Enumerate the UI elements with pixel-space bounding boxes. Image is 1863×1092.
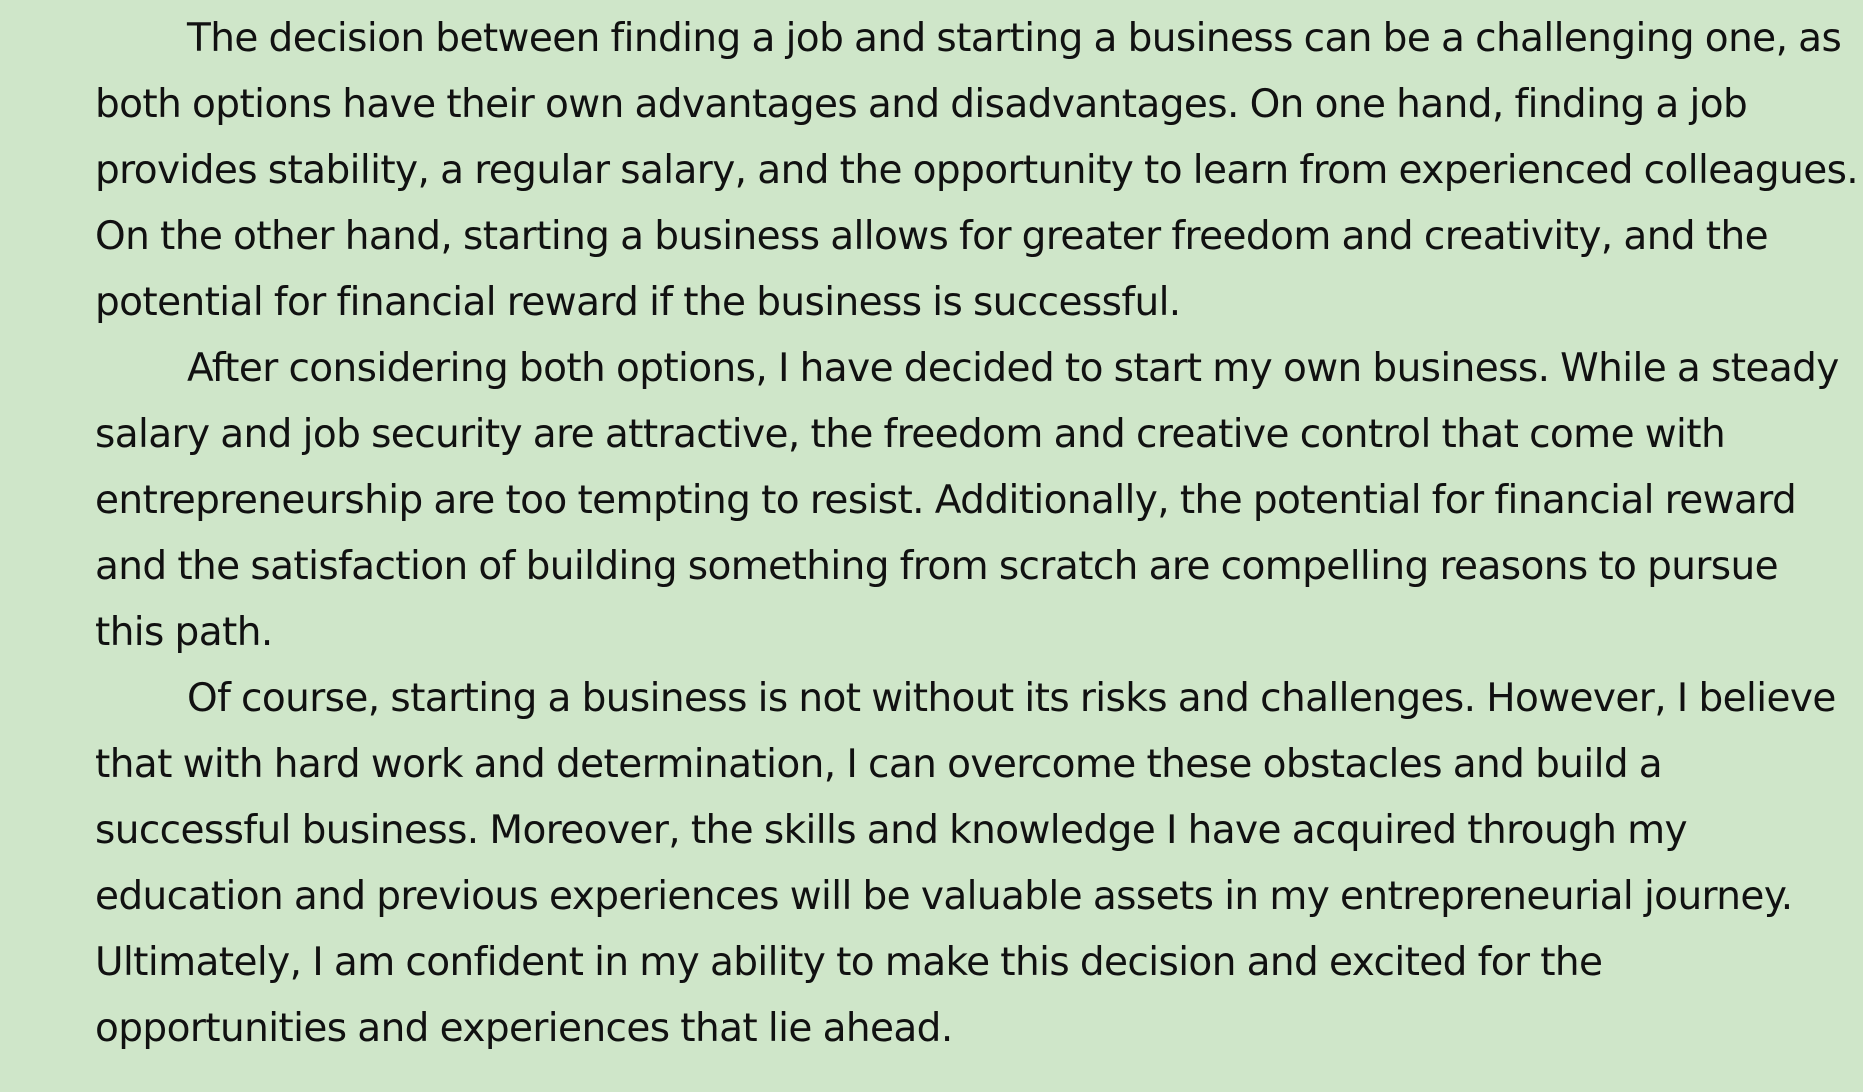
paragraph-line: successful business. Moreover, the skill… <box>95 808 1688 853</box>
paragraph-line: After considering both options, I have d… <box>187 346 1839 391</box>
paragraph-line: opportunities and experiences that lie a… <box>95 1006 953 1051</box>
paragraph-line: education and previous experiences will … <box>95 874 1793 919</box>
paragraph-line: entrepreneurship are too tempting to res… <box>95 478 1797 523</box>
document-page: The decision between finding a job and s… <box>0 0 1863 1092</box>
paragraph-line: Ultimately, I am confident in my ability… <box>95 940 1603 985</box>
paragraph-line: provides stability, a regular salary, an… <box>95 148 1859 193</box>
paragraph-line: both options have their own advantages a… <box>95 82 1748 127</box>
paragraph-line: Of course, starting a business is not wi… <box>187 676 1836 721</box>
paragraph-line: and the satisfaction of building somethi… <box>95 544 1779 589</box>
paragraph-line: On the other hand, starting a business a… <box>95 214 1769 259</box>
paragraph-line: The decision between finding a job and s… <box>187 16 1842 61</box>
paragraph-line: this path. <box>95 610 273 655</box>
paragraph-line: potential for financial reward if the bu… <box>95 280 1181 325</box>
paragraph-line: salary and job security are attractive, … <box>95 412 1726 457</box>
paragraph-line: that with hard work and determination, I… <box>95 742 1663 787</box>
